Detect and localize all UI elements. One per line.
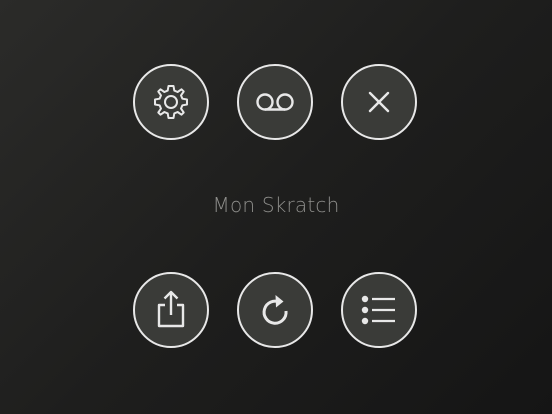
refresh-icon xyxy=(262,295,288,325)
close-icon xyxy=(368,91,390,113)
page-title: Mon Skratch xyxy=(212,193,340,217)
share-button[interactable] xyxy=(133,272,209,348)
voicemail-button[interactable] xyxy=(237,64,313,140)
list-icon xyxy=(361,295,395,325)
settings-button[interactable] xyxy=(133,64,209,140)
share-icon xyxy=(157,290,185,328)
voicemail-icon xyxy=(256,93,294,111)
list-button[interactable] xyxy=(341,272,417,348)
refresh-button[interactable] xyxy=(237,272,313,348)
gear-icon xyxy=(154,85,188,119)
close-button[interactable] xyxy=(341,64,417,140)
